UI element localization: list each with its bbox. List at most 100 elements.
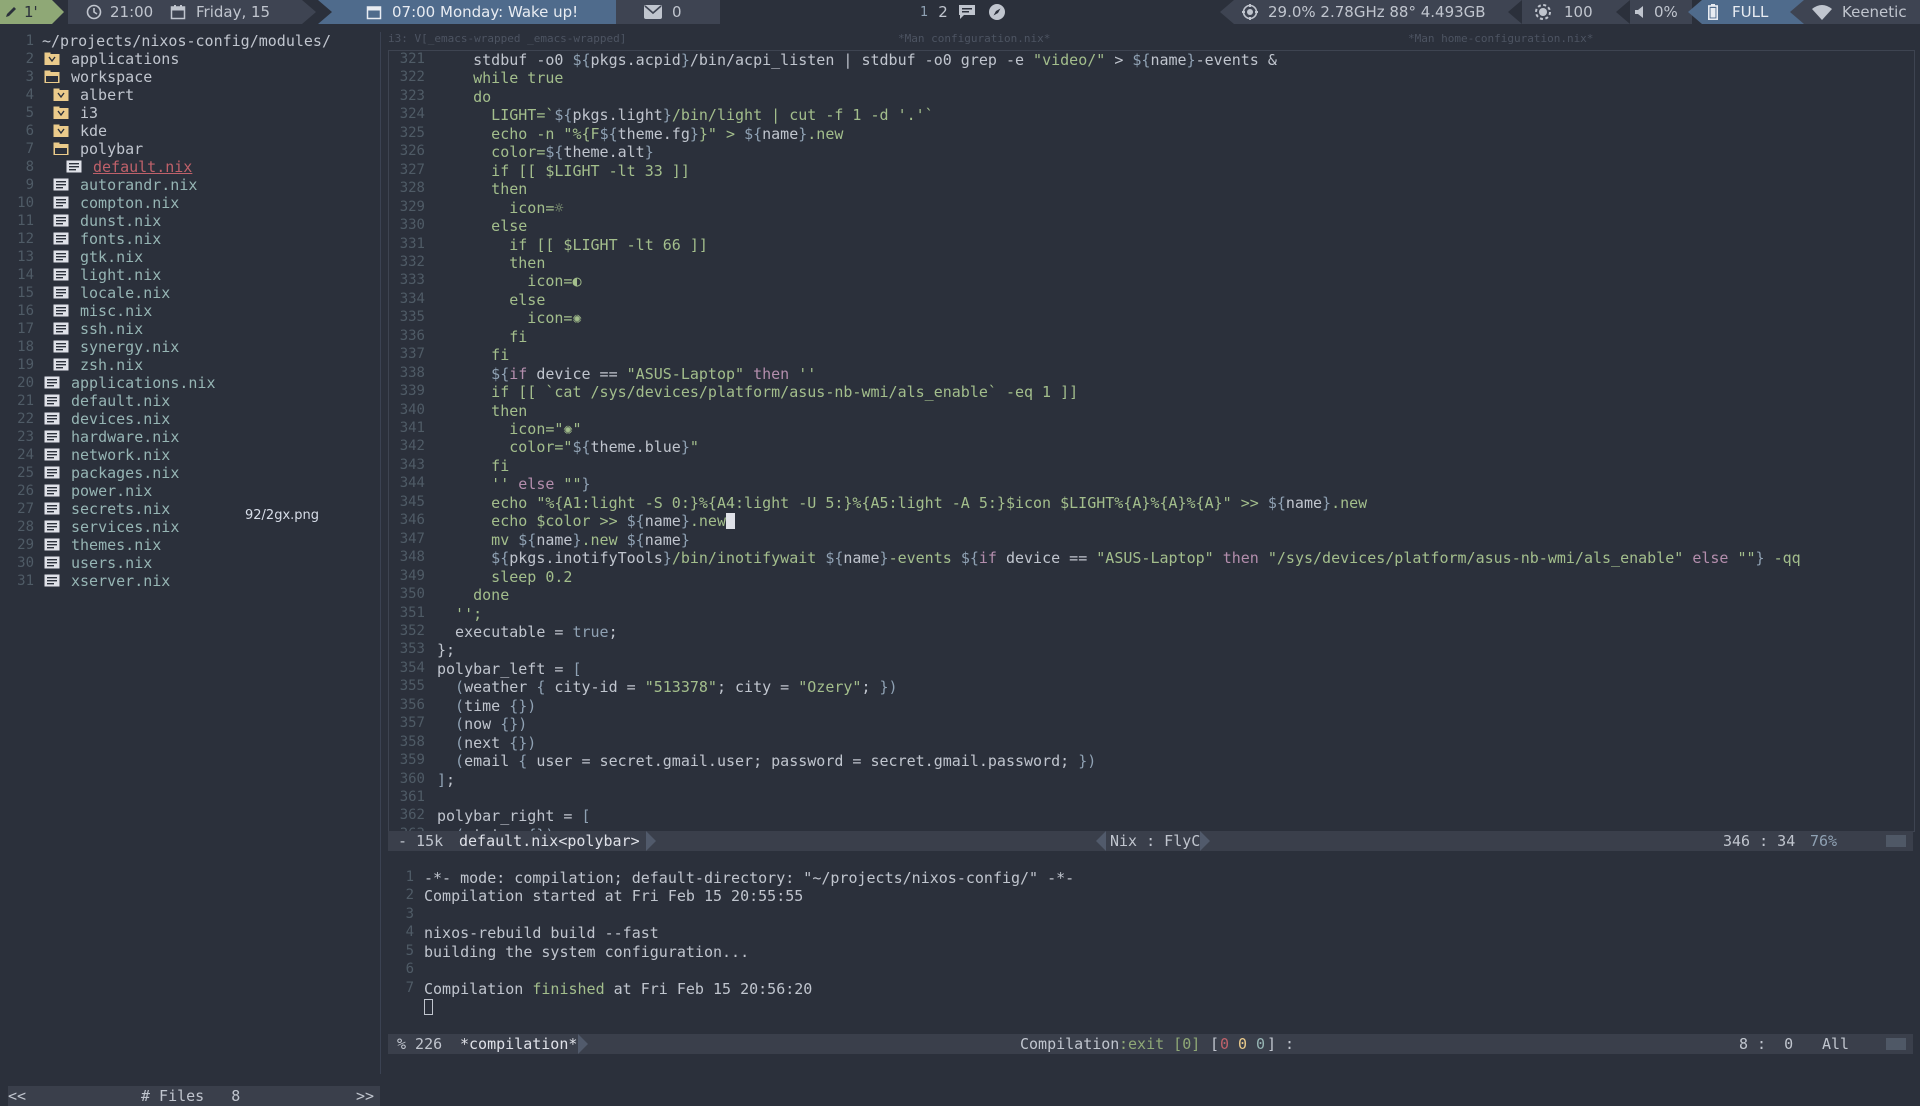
modeline-arrow — [578, 1034, 588, 1054]
tree-scroll-right[interactable]: >> — [356, 1086, 374, 1106]
workspace-numbers[interactable]: 1 2 — [920, 0, 1006, 24]
editor-pane[interactable]: 321 stdbuf -o0 ${pkgs.acpid}/bin/acpi_li… — [388, 50, 1915, 844]
workspace-label: 1' — [24, 3, 38, 21]
workspace-2[interactable]: 2 — [938, 3, 948, 21]
tree-file[interactable]: 29 themes.nix — [8, 536, 380, 554]
tree-file[interactable]: 13 gtk.nix — [8, 248, 380, 266]
tree-folder[interactable]: 3 workspace — [8, 68, 380, 86]
tree-file[interactable]: 15 locale.nix — [8, 284, 380, 302]
line-number: 349 — [399, 567, 425, 584]
tree-file[interactable]: 19 zsh.nix — [8, 356, 380, 374]
code-line: fi — [437, 327, 528, 346]
cpu-module[interactable]: 29.0% 2.78GHz 88° 4.493GB — [1234, 0, 1530, 24]
tree-item-label: albert — [80, 86, 135, 104]
tree-file[interactable]: 18 synergy.nix — [8, 338, 380, 356]
tree-file[interactable]: 26 power.nix — [8, 482, 380, 500]
comp-buffer-name[interactable]: *compilation* — [460, 1034, 577, 1054]
tree-scroll-left[interactable]: << — [8, 1086, 26, 1106]
scroll-percent: 76% — [1810, 832, 1838, 850]
tree-item-label: dunst.nix — [80, 212, 162, 230]
tree-folder[interactable]: 4 albert — [8, 86, 380, 104]
major-mode[interactable]: Nix : FlyC — [1110, 831, 1200, 851]
tree-folder[interactable]: 7 polybar — [8, 140, 380, 158]
chat-icon[interactable] — [958, 4, 976, 20]
tree-item-label: packages.nix — [71, 464, 180, 482]
tree-file[interactable]: 12 fonts.nix — [8, 230, 380, 248]
code-line: echo $color >> ${name}.new — [437, 512, 735, 530]
mail-icon — [644, 5, 662, 19]
code-line: nixos-rebuild build --fast — [424, 924, 659, 943]
tree-file[interactable]: 22 devices.nix — [8, 410, 380, 428]
tree-file[interactable]: 10 compton.nix — [8, 194, 380, 212]
tree-file[interactable]: 11 dunst.nix — [8, 212, 380, 230]
polybar: 1' 21:00 Friday, 15 07:00 Monday: Wake u… — [0, 0, 1920, 24]
tree-file[interactable]: 31 xserver.nix — [8, 572, 380, 590]
buffer-name[interactable]: default.nix<polybar> — [459, 831, 640, 851]
window-title-3[interactable]: *Man home-configuration.nix* — [1408, 32, 1593, 45]
brightness-icon — [1535, 4, 1551, 20]
tree-item-label: locale.nix — [80, 284, 171, 302]
line-number: 31 — [17, 573, 34, 589]
minibuffer[interactable] — [388, 1056, 1913, 1076]
tree-folder[interactable]: 2 applications — [8, 50, 380, 68]
tree-file[interactable]: 30 users.nix — [8, 554, 380, 572]
tree-item-label: default.nix — [93, 158, 193, 176]
line-number: 344 — [399, 475, 425, 492]
tree-file[interactable]: 25 packages.nix — [8, 464, 380, 482]
tree-file[interactable]: 23 hardware.nix — [8, 428, 380, 446]
clock-module[interactable]: 21:00 — [68, 0, 186, 24]
tree-file[interactable]: 24 network.nix — [8, 446, 380, 464]
line-number: 23 — [17, 429, 34, 445]
compilation-buffer[interactable]: 1 -*- mode: compilation; default-director… — [388, 867, 1913, 1035]
workspace-1[interactable]: 1 — [920, 5, 928, 20]
buffer-size: - 15k — [398, 832, 444, 850]
line-number: 348 — [399, 549, 425, 566]
tree-item-label: xserver.nix — [71, 572, 171, 590]
file-icon — [44, 412, 60, 425]
code-line: -*- mode: compilation; default-directory… — [424, 869, 1075, 887]
tree-file[interactable]: 16 misc.nix — [8, 302, 380, 320]
tree-file[interactable]: 28 services.nix — [8, 518, 380, 536]
workspace-indicator[interactable]: 1' — [0, 0, 52, 24]
file-icon — [44, 502, 60, 515]
tree-item-label: fonts.nix — [80, 230, 162, 248]
line-number: 5 — [25, 105, 34, 121]
code-line: icon=◐ — [437, 272, 582, 291]
scroll-indicator[interactable] — [1886, 835, 1906, 847]
date-module[interactable]: Friday, 15 — [170, 0, 302, 24]
folder-open-icon — [53, 142, 69, 155]
file-icon — [53, 304, 69, 317]
tree-folder[interactable]: 6 kde — [8, 122, 380, 140]
tree-item-label: applications.nix — [71, 374, 216, 392]
tree-file[interactable]: 27 secrets.nix — [8, 500, 380, 518]
tree-root[interactable]: 1 ~/projects/nixos-config/modules/ — [8, 32, 380, 50]
comp-info-count[interactable]: 0 — [1256, 1034, 1265, 1054]
volume-module[interactable]: 0% — [1630, 0, 1692, 24]
window-title-2[interactable]: *Man configuration.nix* — [898, 32, 1050, 45]
scroll-indicator[interactable] — [1886, 1038, 1906, 1050]
tree-file[interactable]: 14 light.nix — [8, 266, 380, 284]
wifi-module[interactable]: Keenetic — [1804, 0, 1920, 24]
file-icon — [44, 466, 60, 479]
tree-file[interactable]: 20 applications.nix — [8, 374, 380, 392]
file-icon — [44, 484, 60, 497]
code-line: echo -n "%{F${theme.fg}}" > ${name}.new — [437, 124, 844, 143]
segment-arrow — [692, 0, 706, 24]
file-icon — [44, 538, 60, 551]
code-line: else — [437, 290, 546, 309]
tree-item-label: autorandr.nix — [80, 176, 198, 194]
tree-file[interactable]: 17 ssh.nix — [8, 320, 380, 338]
comp-scroll-percent: All — [1822, 1035, 1850, 1053]
comp-error-count[interactable]: 0 — [1220, 1034, 1229, 1054]
tree-file[interactable]: 9 autorandr.nix — [8, 176, 380, 194]
file-icon — [53, 358, 69, 371]
file-icon — [44, 448, 60, 461]
tree-file[interactable]: 8 default.nix — [8, 158, 380, 176]
compass-icon[interactable] — [988, 3, 1006, 21]
code-line: '' else ""} — [437, 475, 591, 494]
tree-folder[interactable]: 5 i3 — [8, 104, 380, 122]
tree-file[interactable]: 21 default.nix — [8, 392, 380, 410]
comp-warning-count[interactable]: 0 — [1238, 1034, 1247, 1054]
next-event-module[interactable]: 07:00 Monday: Wake up! — [332, 0, 634, 24]
window-title-1[interactable]: i3: V[_emacs-wrapped _emacs-wrapped] — [388, 32, 626, 45]
